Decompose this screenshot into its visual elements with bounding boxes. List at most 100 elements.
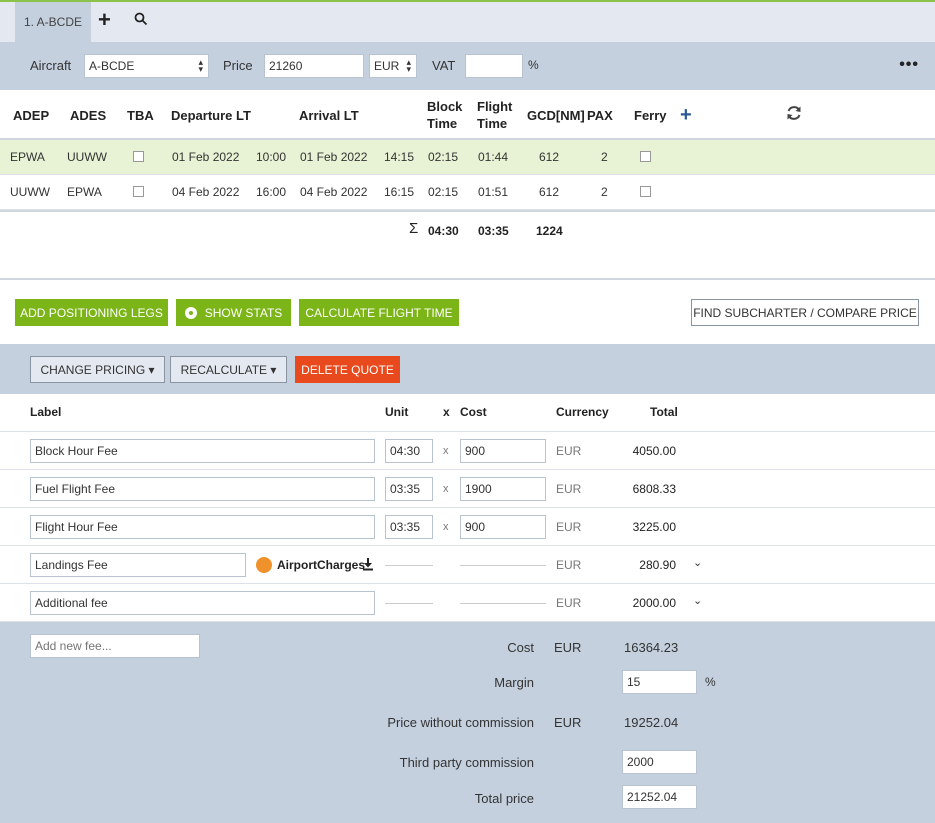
leg-pax: 2 (601, 150, 608, 164)
calculate-flight-time-button[interactable]: CALCULATE FLIGHT TIME (299, 299, 459, 326)
download-icon[interactable] (362, 557, 374, 571)
fee-row: Additional fee EUR 2000.00 ⌄ (0, 584, 935, 622)
tba-checkbox[interactable] (133, 151, 144, 162)
currency-value: EUR (374, 59, 400, 73)
currency-select[interactable]: EUR ▴ ▾ (369, 54, 417, 78)
fee-total: 3225.00 (632, 520, 676, 534)
fee-currency: EUR (556, 558, 582, 572)
aircraft-value: A-BCDE (89, 59, 135, 73)
col-block-time: Block Time (427, 98, 462, 132)
aircraft-select[interactable]: A-BCDE ▴ ▾ (84, 54, 209, 78)
fee-unit-input[interactable]: 04:30 (385, 439, 433, 463)
chevron-down-icon[interactable]: ⌄ (693, 556, 702, 569)
add-positioning-legs-button[interactable]: ADD POSITIONING LEGS (15, 299, 168, 326)
delete-quote-button[interactable]: DELETE QUOTE (295, 356, 400, 383)
more-options-icon[interactable]: ••• (899, 56, 919, 74)
margin-unit: % (705, 675, 716, 689)
tpc-value: 2000 (627, 755, 654, 769)
legs-summary: Σ 04:30 03:35 1224 (0, 210, 935, 280)
fee-label-input[interactable]: Landings Fee (30, 553, 246, 577)
fee-currency: EUR (556, 596, 582, 610)
new-fee-input[interactable] (30, 634, 200, 658)
col-block-time-line2: Time (427, 116, 458, 131)
col-label: Label (30, 405, 62, 419)
tab-bar: 1. A-BCDE + (0, 0, 935, 42)
sum-flight-time: 03:35 (478, 224, 509, 238)
airportcharges-logo-icon (256, 557, 272, 573)
chevron-down-icon[interactable]: ⌄ (693, 594, 702, 607)
col-total: Total (650, 405, 678, 419)
col-cost: Cost (460, 405, 487, 419)
leg-ades: UUWW (67, 150, 107, 164)
stats-icon (184, 306, 197, 319)
col-ades: ADES (70, 108, 107, 123)
fee-total: 4050.00 (632, 444, 676, 458)
add-tab-icon[interactable]: + (98, 8, 111, 32)
leg-row[interactable]: UUWW EPWA 04 Feb 2022 16:00 04 Feb 2022 … (0, 175, 935, 210)
pwc-currency: EUR (554, 715, 582, 730)
price-value: 21260 (269, 59, 303, 73)
cost-value: 16364.23 (624, 640, 679, 655)
fee-label-value: Additional fee (35, 596, 108, 610)
third-party-commission-input[interactable]: 2000 (622, 750, 697, 774)
fee-cost-input[interactable]: 1900 (460, 477, 546, 501)
search-icon[interactable] (134, 12, 148, 26)
recalculate-button[interactable]: RECALCULATE ▾ (170, 356, 287, 383)
col-ferry: Ferry (634, 108, 667, 123)
total-price-input[interactable]: 21252.04 (622, 785, 697, 809)
fee-label-input[interactable]: Block Hour Fee (30, 439, 375, 463)
fee-row: Landings Fee AirportCharges EUR 280.90 ⌄ (0, 546, 935, 584)
margin-input[interactable]: 15 (622, 670, 697, 694)
fee-row: Flight Hour Fee 03:35 x 900 EUR 3225.00 (0, 508, 935, 546)
leg-block-time: 02:15 (428, 185, 459, 199)
empty-cost (460, 565, 546, 566)
fee-label-input[interactable]: Fuel Flight Fee (30, 477, 375, 501)
multiply-sign: x (443, 445, 449, 457)
price-summary: Cost EUR 16364.23 Margin 15 % Price with… (0, 622, 935, 823)
fee-cost-input[interactable]: 900 (460, 439, 546, 463)
show-stats-button[interactable]: SHOW STATS (176, 299, 291, 326)
leg-dep-date: 04 Feb 2022 (172, 185, 240, 199)
price-without-commission-label: Price without commission (387, 715, 534, 730)
vat-unit: % (528, 58, 539, 72)
leg-ades: EPWA (67, 185, 102, 199)
fee-label-input[interactable]: Additional fee (30, 591, 375, 615)
fee-unit-input[interactable]: 03:35 (385, 477, 433, 501)
find-subcharter-button[interactable]: FIND SUBCHARTER / COMPARE PRICE (691, 299, 919, 326)
leg-adep: UUWW (10, 185, 50, 199)
fee-cost-value: 900 (465, 444, 486, 458)
tab-quote-1[interactable]: 1. A-BCDE (15, 2, 91, 42)
refresh-icon[interactable] (785, 104, 803, 122)
pricing-toolbar: CHANGE PRICING ▾ RECALCULATE ▾ DELETE QU… (0, 344, 935, 394)
airportcharges-link[interactable]: AirportCharges (277, 558, 365, 572)
price-input[interactable]: 21260 (264, 54, 364, 78)
third-party-commission-label: Third party commission (399, 755, 534, 770)
legs-table-header: ADEP ADES TBA Departure LT Arrival LT Bl… (0, 90, 935, 140)
sigma-icon: Σ (409, 220, 419, 237)
leg-row[interactable]: EPWA UUWW 01 Feb 2022 10:00 01 Feb 2022 … (0, 140, 935, 175)
vat-input[interactable] (465, 54, 523, 78)
leg-dep-time: 10:00 (256, 150, 287, 164)
col-unit: Unit (385, 405, 409, 419)
change-pricing-button[interactable]: CHANGE PRICING ▾ (30, 356, 165, 383)
fee-unit-value: 03:35 (390, 482, 421, 496)
empty-cost (460, 603, 546, 604)
fee-cost-input[interactable]: 900 (460, 515, 546, 539)
tba-checkbox[interactable] (133, 186, 144, 197)
fee-total: 6808.33 (632, 482, 676, 496)
button-label: CALCULATE FLIGHT TIME (305, 305, 453, 320)
sum-block-time: 04:30 (428, 224, 459, 238)
col-flight-time-line2: Time (477, 116, 508, 131)
fee-label-input[interactable]: Flight Hour Fee (30, 515, 375, 539)
total-price-label: Total price (474, 791, 534, 806)
button-label: CHANGE PRICING ▾ (40, 362, 155, 377)
ferry-checkbox[interactable] (640, 151, 651, 162)
ferry-checkbox[interactable] (640, 186, 651, 197)
total-price-value: 21252.04 (627, 790, 678, 804)
col-arrival: Arrival LT (299, 108, 359, 123)
margin-label: Margin (494, 675, 534, 690)
button-label: ADD POSITIONING LEGS (20, 305, 163, 320)
button-label: RECALCULATE ▾ (180, 362, 277, 377)
fee-unit-input[interactable]: 03:35 (385, 515, 433, 539)
add-leg-icon[interactable]: + (680, 104, 692, 127)
